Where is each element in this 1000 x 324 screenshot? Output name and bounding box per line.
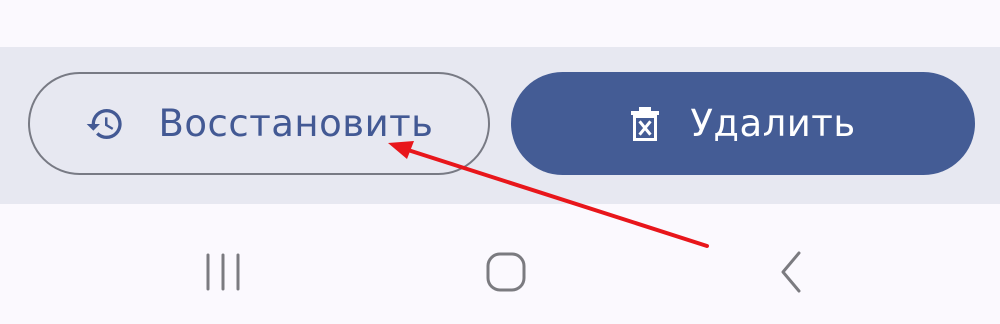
delete-button-label: Удалить xyxy=(690,102,856,145)
bottom-action-bar: Восстановить Удалить xyxy=(0,47,1000,204)
screen: Восстановить Удалить xyxy=(0,0,1000,324)
delete-button[interactable]: Удалить xyxy=(511,72,975,175)
trash-icon xyxy=(630,106,660,142)
home-button[interactable] xyxy=(476,244,536,304)
restore-button[interactable]: Восстановить xyxy=(28,72,490,175)
restore-button-label: Восстановить xyxy=(158,102,434,145)
system-navigation-bar xyxy=(0,204,1000,324)
back-button[interactable] xyxy=(762,244,822,304)
back-icon xyxy=(777,250,807,298)
recent-apps-button[interactable] xyxy=(193,244,253,304)
recent-apps-icon xyxy=(201,252,245,296)
home-icon xyxy=(484,250,528,298)
history-icon xyxy=(85,104,125,144)
